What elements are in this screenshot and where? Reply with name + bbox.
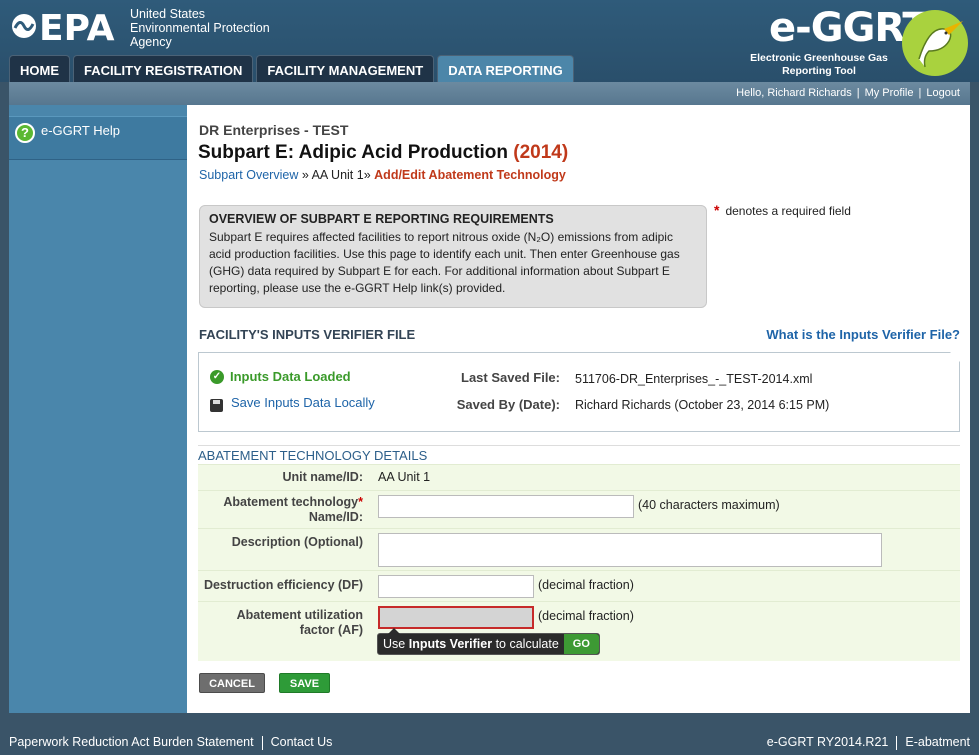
abatement-technology-label-line-2: Name/ID: (308, 510, 363, 524)
footer-right: e-GGRT RY2014.R21 E-abatment (767, 730, 970, 755)
required-asterisk: * (714, 202, 720, 218)
abatement-details-heading: ABATEMENT TECHNOLOGY DETAILS (198, 445, 960, 463)
last-saved-file-label: Last Saved File: (461, 370, 560, 385)
breadcrumb-separator: » (363, 168, 371, 182)
egret-logo-icon (902, 10, 968, 76)
breadcrumb-separator: » (301, 168, 309, 182)
epa-agency-name: United States Environmental Protection A… (130, 7, 270, 49)
abatement-technology-label-line-1: Abatement technology (223, 495, 359, 509)
main-content: DR Enterprises - TEST Subpart E: Adipic … (187, 105, 970, 713)
tooltip-text-pre: Use (383, 637, 406, 651)
epa-line-3: Agency (130, 35, 172, 49)
abatement-technology-label: Abatement technology* Name/ID: (198, 495, 363, 525)
user-greeting: Hello, Richard Richards (736, 87, 852, 99)
version-label: e-GGRT RY2014.R21 (766, 735, 889, 749)
unit-name-value: AA Unit 1 (378, 470, 431, 484)
page-title-text: Subpart E: Adipic Acid Production (198, 142, 508, 163)
abatement-utilization-label-line-1: Abatement utilization (236, 608, 363, 622)
abatement-technology-input[interactable] (378, 495, 634, 518)
eggrt-subtitle-line-1: Electronic Greenhouse Gas (750, 52, 888, 64)
description-row: Description (Optional) (198, 528, 960, 570)
abatement-utilization-label: Abatement utilization factor (AF) (198, 608, 363, 638)
tab-data-reporting[interactable]: DATA REPORTING (437, 55, 574, 82)
abatement-technology-hint: (40 characters maximum) (638, 498, 780, 512)
save-inputs-locally-label[interactable]: Save Inputs Data Locally (231, 395, 375, 410)
saved-by-label: Saved By (Date): (456, 397, 560, 412)
tooltip-text-bold: Inputs Verifier (408, 637, 493, 651)
userbar-separator: | (918, 87, 922, 99)
unit-name-row: Unit name/ID: AA Unit 1 (198, 464, 960, 490)
inputs-verifier-tooltip: Use Inputs Verifier to calculate GO (377, 628, 600, 655)
floppy-disk-icon (210, 399, 223, 412)
tab-facility-management[interactable]: FACILITY MANAGEMENT (256, 55, 435, 82)
footer-divider (261, 735, 263, 750)
help-question-icon: ? (15, 123, 35, 143)
overview-heading: OVERVIEW OF SUBPART E REPORTING REQUIREM… (209, 212, 554, 226)
organization-name: DR Enterprises - TEST (199, 122, 349, 138)
abatement-technology-row: Abatement technology* Name/ID: (40 chara… (198, 490, 960, 528)
logout-link[interactable]: Logout (926, 87, 960, 99)
page-title: Subpart E: Adipic Acid Production (2014) (198, 142, 568, 164)
last-saved-file-value: 511706-DR_Enterprises_-_TEST-2014.xml (575, 372, 813, 386)
breadcrumb: Subpart Overview » AA Unit 1» Add/Edit A… (199, 168, 566, 182)
destruction-efficiency-hint: (decimal fraction) (538, 578, 634, 592)
abatement-utilization-input[interactable] (378, 606, 534, 629)
breadcrumb-current: Add/Edit Abatement Technology (374, 168, 566, 182)
tab-facility-registration[interactable]: FACILITY REGISTRATION (73, 55, 254, 82)
required-note-text: denotes a required field (725, 204, 851, 218)
userbar-separator: | (856, 87, 860, 99)
destruction-efficiency-row: Destruction efficiency (DF) (decimal fra… (198, 570, 960, 601)
module-label: E-abatment (905, 735, 970, 749)
epa-logo-icon[interactable]: EPA (10, 6, 130, 46)
sidebar-item-help[interactable]: ? e-GGRT Help (9, 116, 187, 160)
eggrt-subtitle-line-2: Reporting Tool (782, 65, 856, 77)
footer-left: Paperwork Reduction Act Burden Statement… (9, 730, 332, 755)
inputs-verifier-help-link[interactable]: What is the Inputs Verifier File? (766, 327, 960, 342)
footer-divider (896, 735, 898, 750)
description-textarea[interactable] (378, 533, 882, 567)
description-label: Description (Optional) (231, 535, 363, 549)
inputs-verifier-heading: FACILITY'S INPUTS VERIFIER FILE (199, 327, 416, 342)
inputs-loaded-label: Inputs Data Loaded (230, 369, 351, 384)
main-nav-tabs: HOME FACILITY REGISTRATION FACILITY MANA… (9, 55, 577, 82)
user-bar: Hello, Richard Richards | My Profile | Logou… (9, 82, 970, 105)
abatement-utilization-label-line-2: factor (AF) (299, 623, 363, 637)
unit-name-label: Unit name/ID: (282, 470, 363, 484)
breadcrumb-unit: AA Unit 1 (311, 168, 364, 182)
saved-by-value: Richard Richards (October 23, 2014 6:15 … (575, 398, 830, 412)
contact-us-link[interactable]: Contact Us (271, 735, 333, 749)
destruction-efficiency-label: Destruction efficiency (DF) (203, 578, 363, 592)
required-asterisk: * (358, 495, 363, 509)
abatement-utilization-hint: (decimal fraction) (538, 609, 634, 623)
my-profile-link[interactable]: My Profile (865, 87, 914, 99)
epa-line-2: Environmental Protection (130, 21, 270, 35)
overview-box: OVERVIEW OF SUBPART E REPORTING REQUIREM… (199, 205, 707, 308)
sidebar-item-label: e-GGRT Help (41, 123, 120, 138)
epa-line-1: United States (130, 7, 206, 21)
save-inputs-locally-link[interactable]: Save Inputs Data Locally (210, 395, 375, 412)
check-circle-icon: ✓ (210, 369, 224, 384)
eggrt-subtitle: Electronic Greenhouse Gas Reporting Tool (739, 52, 899, 78)
save-button[interactable]: SAVE (279, 673, 330, 693)
svg-text:EPA: EPA (39, 8, 115, 46)
tab-home[interactable]: HOME (9, 55, 70, 82)
paperwork-statement-link[interactable]: Paperwork Reduction Act Burden Statement (9, 735, 254, 749)
sidebar: ? e-GGRT Help (9, 105, 187, 713)
footer: Paperwork Reduction Act Burden Statement… (0, 730, 979, 755)
overview-text: Subpart E requires affected facilities t… (209, 230, 680, 295)
header: EPA United States Environmental Protecti… (0, 0, 979, 82)
eggrt-logo: e-GGRT Electronic Greenhouse Gas Reporti… (739, 5, 969, 79)
destruction-efficiency-input[interactable] (378, 575, 534, 598)
inputs-data-loaded-status: ✓ Inputs Data Loaded (210, 369, 351, 384)
inputs-verifier-box: ✓ Inputs Data Loaded Save Inputs Data Lo… (198, 352, 960, 432)
cancel-button[interactable]: CANCEL (199, 673, 265, 693)
breadcrumb-subpart-overview[interactable]: Subpart Overview (199, 168, 298, 182)
reporting-year: (2014) (513, 142, 569, 163)
required-field-note: * denotes a required field (714, 202, 851, 218)
tooltip-text-post: to calculate (495, 637, 559, 651)
go-button[interactable]: GO (563, 634, 599, 654)
